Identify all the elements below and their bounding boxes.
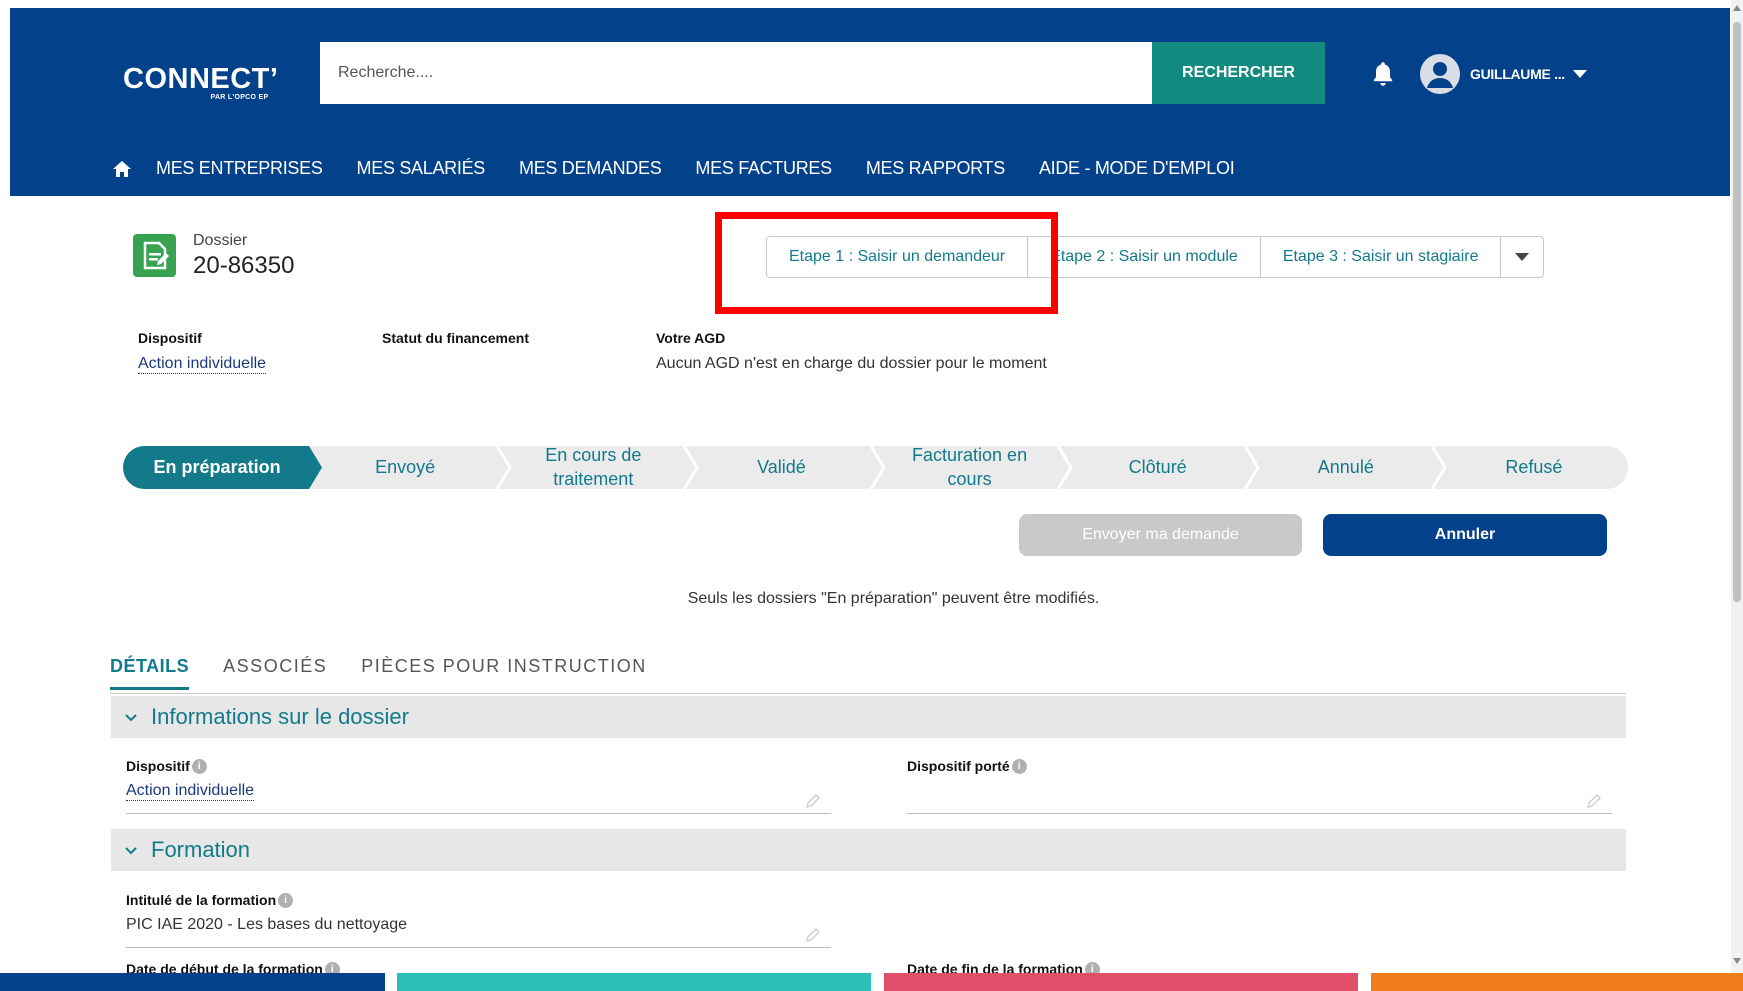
more-steps-button[interactable] [1501, 237, 1543, 277]
field-underline [907, 813, 1612, 814]
logo-subtext: PAR L'OPCO EP [210, 94, 269, 101]
nav-mes-demandes[interactable]: MES DEMANDES [519, 158, 662, 179]
tab-details[interactable]: DÉTAILS [110, 656, 190, 690]
agd-value: Aucun AGD n'est en charge du dossier pou… [656, 355, 1047, 372]
user-name: GUILLAUME ... [1470, 66, 1565, 82]
scroll-thumb[interactable] [1733, 22, 1741, 602]
step-buttons: Etape 1 : Saisir un demandeur Etape 2 : … [766, 236, 1545, 278]
main-nav: MES ENTREPRISES MES SALARIÉS MES DEMANDE… [112, 158, 1268, 179]
scroll-up-icon[interactable] [1733, 5, 1741, 11]
section-informations-header[interactable]: Informations sur le dossier [111, 696, 1626, 738]
status-en-cours[interactable]: En cours de traitement [499, 445, 687, 489]
status-refuse[interactable]: Refusé [1440, 446, 1628, 489]
dispositif-value-link[interactable]: Action individuelle [126, 782, 255, 801]
status-envoye[interactable]: Envoyé [311, 446, 499, 489]
bottom-bar-segment [884, 973, 1358, 991]
status-annule[interactable]: Annulé [1252, 446, 1440, 489]
pencil-icon[interactable] [1585, 792, 1603, 810]
search-button[interactable]: RECHERCHER [1152, 42, 1325, 104]
bottom-bar-segment [0, 973, 385, 991]
cancel-button[interactable]: Annuler [1323, 514, 1607, 556]
detail-tabs: DÉTAILS ASSOCIÉS PIÈCES POUR INSTRUCTION [110, 656, 681, 690]
info-icon[interactable]: i [1011, 758, 1027, 774]
field-label: Dispositif [126, 758, 190, 774]
field-intitule: Intitulé de la formation i PIC IAE 2020 -… [126, 892, 831, 948]
user-menu[interactable]: GUILLAUME ... [1420, 54, 1587, 94]
status-en-preparation[interactable]: En préparation [123, 446, 311, 489]
step-3-button[interactable]: Etape 3 : Saisir un stagiaire [1261, 237, 1502, 277]
info-icon[interactable]: i [324, 961, 340, 973]
dossier-number: 20-86350 [193, 252, 295, 279]
chevron-down-icon [1515, 253, 1530, 261]
field-dispositif-porte: Dispositif porté i [907, 758, 1612, 814]
chevron-down-icon [125, 714, 137, 722]
edit-notice: Seuls les dossiers "En préparation" peuv… [687, 590, 1100, 607]
dispositif-link[interactable]: Action individuelle [138, 355, 267, 374]
status-cloture[interactable]: Clôturé [1064, 446, 1252, 489]
tab-pieces[interactable]: PIÈCES POUR INSTRUCTION [361, 656, 647, 690]
step-1-button[interactable]: Etape 1 : Saisir un demandeur [767, 237, 1029, 277]
field-label: Intitulé de la formation [126, 892, 277, 908]
bottom-bar-segment [1371, 973, 1743, 991]
field-dispositif: Dispositif i Action individuelle [126, 758, 831, 814]
info-icon[interactable]: i [278, 892, 294, 908]
info-dispositif: Dispositif Action individuelle [138, 330, 267, 374]
notification-bell-icon[interactable] [1370, 60, 1396, 88]
info-label: Dispositif [138, 330, 202, 346]
search-input[interactable] [320, 42, 1162, 104]
status-valide[interactable]: Validé [687, 446, 875, 489]
info-icon[interactable]: i [1084, 961, 1100, 973]
send-request-button[interactable]: Envoyer ma demande [1019, 514, 1302, 556]
field-label: Date de fin de la formation [907, 961, 1083, 973]
field-label: Dispositif porté [907, 758, 1010, 774]
pencil-icon[interactable] [804, 926, 822, 944]
chevron-down-icon [125, 847, 137, 855]
chevron-down-icon [1572, 70, 1587, 78]
intitule-value: PIC IAE 2020 - Les bases du nettoyage [126, 916, 408, 933]
nav-aide[interactable]: AIDE - MODE D'EMPLOI [1039, 158, 1235, 179]
nav-mes-entreprises[interactable]: MES ENTREPRISES [156, 158, 323, 179]
field-underline [126, 947, 831, 948]
bottom-bar-segment [397, 973, 871, 991]
status-path: En préparation Envoyé En cours de traite… [123, 445, 1628, 489]
step-2-button[interactable]: Etape 2 : Saisir un module [1028, 237, 1261, 277]
scroll-down-icon[interactable] [1733, 958, 1741, 964]
field-date-debut: Date de début de la formation i [126, 961, 831, 973]
app-logo[interactable]: CONNECT’ PAR L'OPCO EP [123, 64, 278, 101]
nav-mes-factures[interactable]: MES FACTURES [695, 158, 832, 179]
info-statut: Statut du financement [382, 330, 529, 346]
tabs-divider [110, 693, 1626, 694]
status-facturation[interactable]: Facturation en cours [876, 445, 1064, 489]
tab-associes[interactable]: ASSOCIÉS [223, 656, 327, 690]
dossier-label: Dossier [193, 232, 248, 249]
dossier-icon [133, 234, 176, 277]
field-date-fin: Date de fin de la formation i [907, 961, 1612, 973]
info-agd: Votre AGD Aucun AGD n'est en charge du d… [656, 330, 1047, 373]
nav-mes-salaries[interactable]: MES SALARIÉS [357, 158, 486, 179]
field-label: Date de début de la formation [126, 961, 323, 973]
nav-mes-rapports[interactable]: MES RAPPORTS [866, 158, 1005, 179]
field-underline [126, 813, 831, 814]
logo-text: CONNECT’ [123, 63, 279, 95]
section-title: Formation [151, 837, 251, 862]
vertical-scrollbar[interactable] [1731, 0, 1743, 973]
home-icon[interactable] [112, 159, 132, 179]
section-formation-header[interactable]: Formation [111, 829, 1626, 871]
avatar-icon [1420, 54, 1460, 94]
pencil-icon[interactable] [804, 792, 822, 810]
section-title: Informations sur le dossier [151, 704, 409, 729]
info-label: Statut du financement [382, 330, 530, 346]
info-label: Votre AGD [656, 330, 726, 346]
info-icon[interactable]: i [191, 758, 207, 774]
